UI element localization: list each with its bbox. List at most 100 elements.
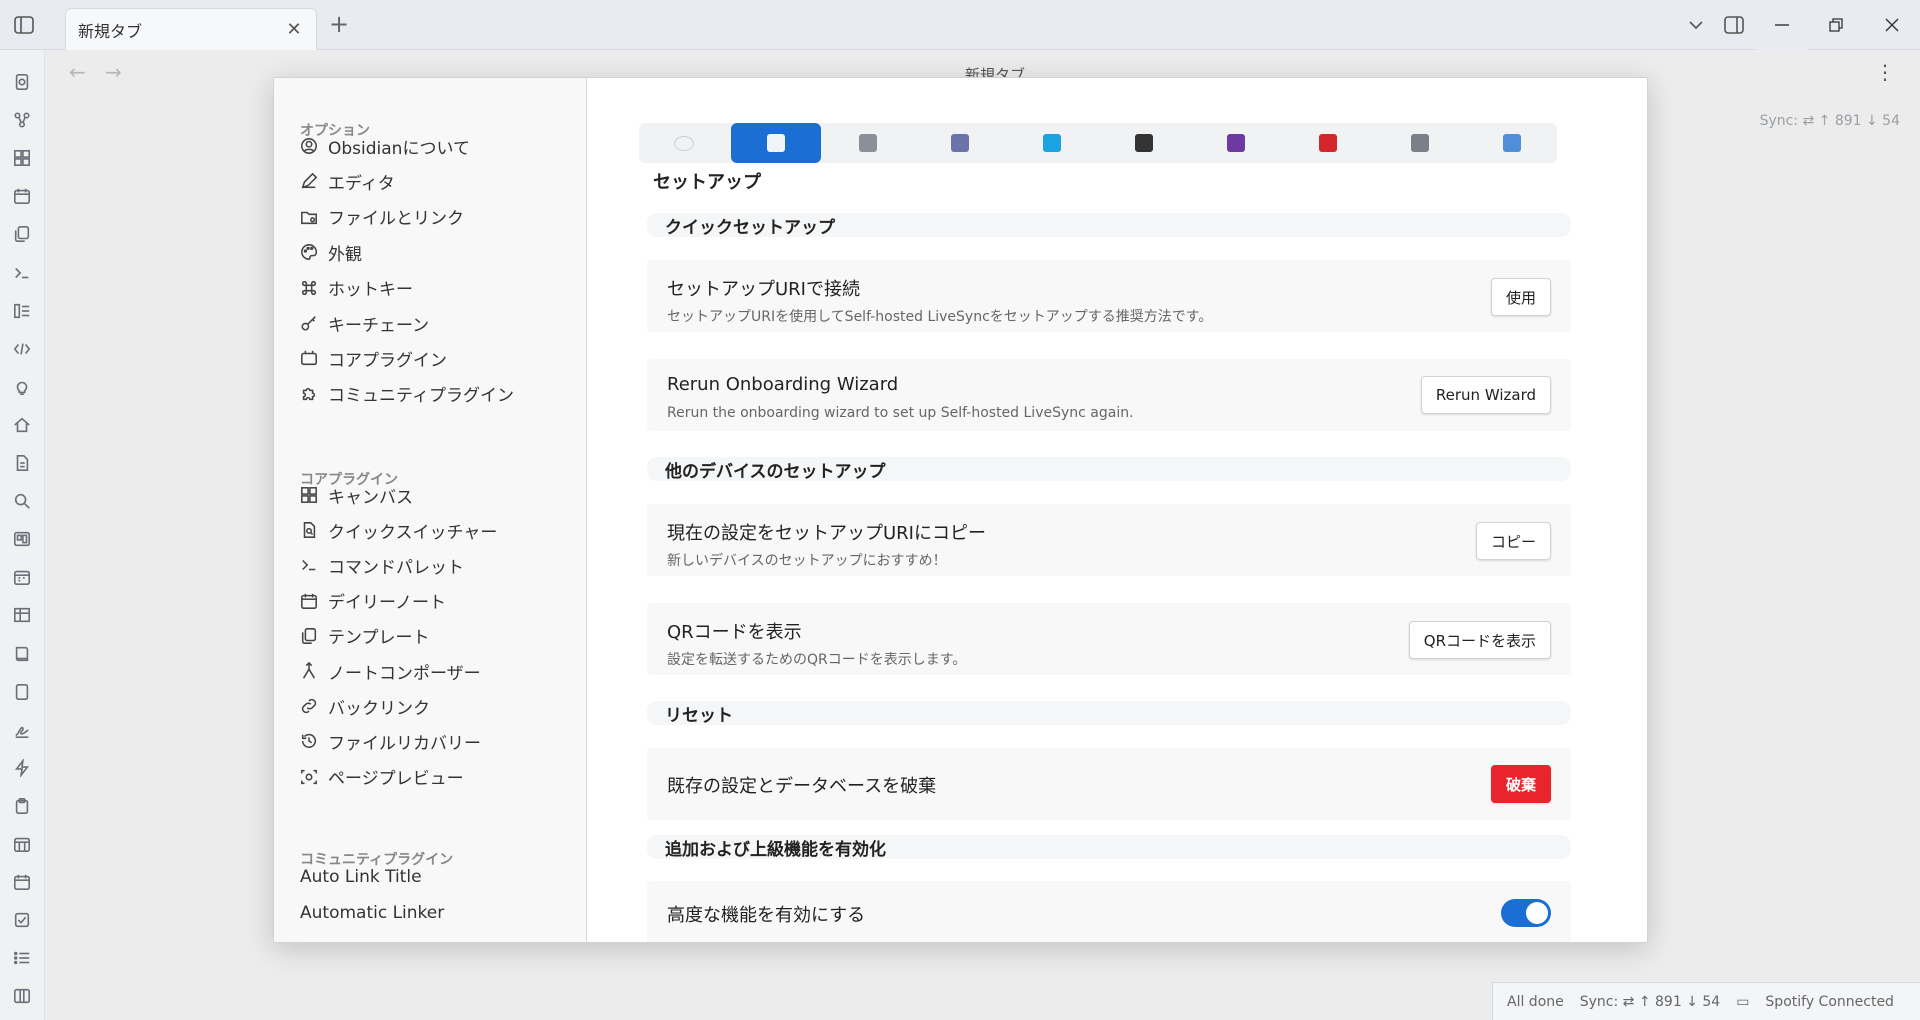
sidebar-item-label: Auto Link Title bbox=[300, 867, 422, 887]
sidebar-item-label: 外観 bbox=[328, 244, 362, 265]
sync-tab[interactable] bbox=[1007, 123, 1097, 163]
sidebar-item[interactable]: クイックスイッチャー bbox=[300, 515, 570, 545]
traffic-icon bbox=[1135, 134, 1153, 152]
sidebar-item[interactable]: ノートコンポーザー bbox=[300, 656, 570, 686]
use-button[interactable]: 使用 bbox=[1490, 278, 1551, 316]
group-quick-setup: クイックセットアップ bbox=[647, 213, 1571, 238]
sidebar-toggle-icon[interactable] bbox=[0, 0, 48, 50]
new-tab-plus-icon[interactable]: + bbox=[324, 10, 354, 38]
sidebar-item-label: ファイルとリンク bbox=[328, 209, 464, 230]
sidebar-item[interactable]: コミュニティプラグイン bbox=[300, 379, 570, 409]
toolbox-icon bbox=[1319, 134, 1337, 152]
sidebar-item[interactable]: キャンバス bbox=[300, 480, 570, 510]
board-icon[interactable] bbox=[10, 527, 34, 551]
show-qr-button[interactable]: QRコードを表示 bbox=[1408, 621, 1551, 659]
home-icon[interactable] bbox=[10, 413, 34, 437]
general-tab[interactable] bbox=[823, 123, 913, 163]
graph-icon[interactable] bbox=[10, 108, 34, 132]
sidebar-item-label: クイックスイッチャー bbox=[328, 522, 498, 543]
all-done-status: All done bbox=[1507, 993, 1564, 1010]
list-icon[interactable] bbox=[10, 946, 34, 970]
code-icon[interactable] bbox=[10, 337, 34, 361]
copy-button[interactable]: コピー bbox=[1475, 522, 1551, 560]
sidebar-item[interactable]: エディタ bbox=[300, 166, 570, 196]
close-window-icon[interactable] bbox=[1864, 0, 1920, 50]
calendar-month-icon[interactable] bbox=[10, 832, 34, 856]
left-ribbon bbox=[0, 50, 45, 1020]
remote-tab[interactable] bbox=[915, 123, 1005, 163]
signature-icon[interactable] bbox=[10, 718, 34, 742]
kanban-icon[interactable] bbox=[10, 299, 34, 323]
rerun-wizard-button[interactable]: Rerun Wizard bbox=[1420, 376, 1551, 414]
restore-icon[interactable] bbox=[1808, 0, 1864, 50]
setting-name: 現在の設定をセットアップURIにコピー bbox=[667, 523, 986, 544]
templates-icon[interactable] bbox=[10, 222, 34, 246]
lightning-icon[interactable] bbox=[10, 756, 34, 780]
merge-icon bbox=[300, 662, 318, 680]
page-icon[interactable] bbox=[10, 680, 34, 704]
advanced-toggle[interactable] bbox=[1501, 899, 1551, 927]
more-options-icon[interactable]: ⋮ bbox=[1875, 60, 1895, 84]
setting-name: QRコードを表示 bbox=[667, 622, 802, 643]
discard-button[interactable]: 破棄 bbox=[1490, 765, 1551, 803]
history-icon bbox=[300, 732, 318, 750]
sidebar-item[interactable]: ファイルとリンク bbox=[300, 202, 570, 232]
setup-tab[interactable] bbox=[731, 123, 821, 163]
sidebar-item[interactable]: ファイルリカバリー bbox=[300, 726, 570, 756]
title-bar: 新規タブ ✕ + bbox=[0, 0, 1920, 50]
wrench-tab[interactable] bbox=[1375, 123, 1465, 163]
quick-switcher-icon[interactable] bbox=[10, 70, 34, 94]
sidebar-item[interactable]: コアプラグイン bbox=[300, 343, 570, 373]
toolbox-tab[interactable] bbox=[1283, 123, 1373, 163]
sidebar-item[interactable]: バックリンク bbox=[300, 691, 570, 721]
spotify-status[interactable]: Spotify Connected bbox=[1765, 994, 1894, 1010]
tab-new[interactable]: 新規タブ ✕ bbox=[65, 8, 317, 50]
checkbox-icon[interactable] bbox=[10, 908, 34, 932]
sync-status-bottom[interactable]: Sync: ⇄ ↑ 891 ↓ 54 bbox=[1580, 994, 1720, 1010]
sidebar-item-label: コマンドパレット bbox=[328, 557, 464, 578]
sidebar-item-label: ページプレビュー bbox=[328, 769, 464, 790]
settings-sidebar: オプション Obsidianについて エディタ ファイルとリンク 外観 ホットキー キーチェ… bbox=[274, 78, 587, 942]
sidebar-item[interactable]: テンプレート bbox=[300, 621, 570, 651]
file-search-icon bbox=[300, 521, 318, 539]
sidebar-item[interactable]: Automatic Linker bbox=[300, 898, 570, 928]
search-icon[interactable] bbox=[10, 489, 34, 513]
traffic-tab[interactable] bbox=[1099, 123, 1189, 163]
minimize-icon[interactable] bbox=[1756, 0, 1808, 50]
section-title: セットアップ bbox=[653, 172, 761, 193]
sidebar-item[interactable]: 外観 bbox=[300, 237, 570, 267]
clipboard-icon[interactable] bbox=[10, 794, 34, 818]
terminal-icon[interactable] bbox=[10, 261, 34, 285]
tool-tab[interactable] bbox=[1191, 123, 1281, 163]
sidebar-item[interactable]: ホットキー bbox=[300, 273, 570, 303]
lightbulb-icon[interactable] bbox=[10, 375, 34, 399]
calendar-week-icon[interactable] bbox=[10, 870, 34, 894]
sidebar-item[interactable]: デイリーノート bbox=[300, 586, 570, 616]
sidebar-item[interactable]: ページプレビュー bbox=[300, 762, 570, 792]
calendar-icon[interactable] bbox=[10, 184, 34, 208]
preview-icon bbox=[300, 768, 318, 786]
table-icon[interactable] bbox=[10, 603, 34, 627]
canvas-icon[interactable] bbox=[10, 146, 34, 170]
sidebar-item[interactable]: Auto Link Title bbox=[300, 862, 570, 892]
sidebar-item[interactable]: キーチェーン bbox=[300, 308, 570, 338]
chat-tab[interactable] bbox=[639, 123, 729, 163]
advanced-tab[interactable] bbox=[1467, 123, 1557, 163]
back-arrow-icon[interactable]: ← bbox=[69, 60, 86, 84]
folder-cog-icon bbox=[300, 208, 318, 226]
columns-icon[interactable] bbox=[10, 984, 34, 1008]
group-reset: リセット bbox=[647, 701, 1571, 726]
terminal-icon bbox=[300, 556, 318, 574]
book-icon[interactable] bbox=[10, 642, 34, 666]
setting-discard: 既存の設定とデータベースを破棄 破棄 bbox=[647, 748, 1571, 820]
forward-arrow-icon[interactable]: → bbox=[105, 60, 122, 84]
sidebar-item[interactable]: コマンドパレット bbox=[300, 550, 570, 580]
general-icon bbox=[859, 134, 877, 152]
close-icon[interactable]: ✕ bbox=[284, 19, 304, 40]
right-sidebar-icon[interactable] bbox=[1712, 0, 1756, 50]
sidebar-item-label: コアプラグイン bbox=[328, 350, 447, 371]
sidebar-item-label: キーチェーン bbox=[328, 315, 430, 336]
calendar-grid-icon[interactable] bbox=[10, 565, 34, 589]
document-icon[interactable] bbox=[10, 451, 34, 475]
sidebar-item[interactable]: Obsidianについて bbox=[300, 131, 570, 161]
